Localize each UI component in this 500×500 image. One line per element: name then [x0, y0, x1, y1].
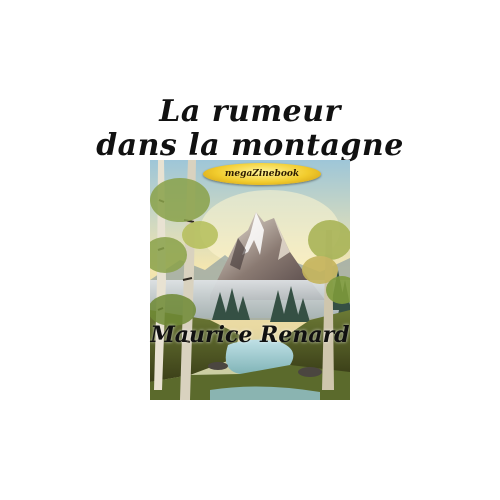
book-cover-page: La rumeur dans la montagne megaZinebook …	[0, 0, 500, 500]
cover-illustration	[150, 160, 350, 400]
book-title-line-2: dans la montagne	[96, 128, 404, 163]
author-name: Maurice Renard	[150, 322, 350, 348]
book-title-line-1: La rumeur	[159, 94, 341, 129]
publisher-badge: megaZinebook	[203, 163, 321, 185]
